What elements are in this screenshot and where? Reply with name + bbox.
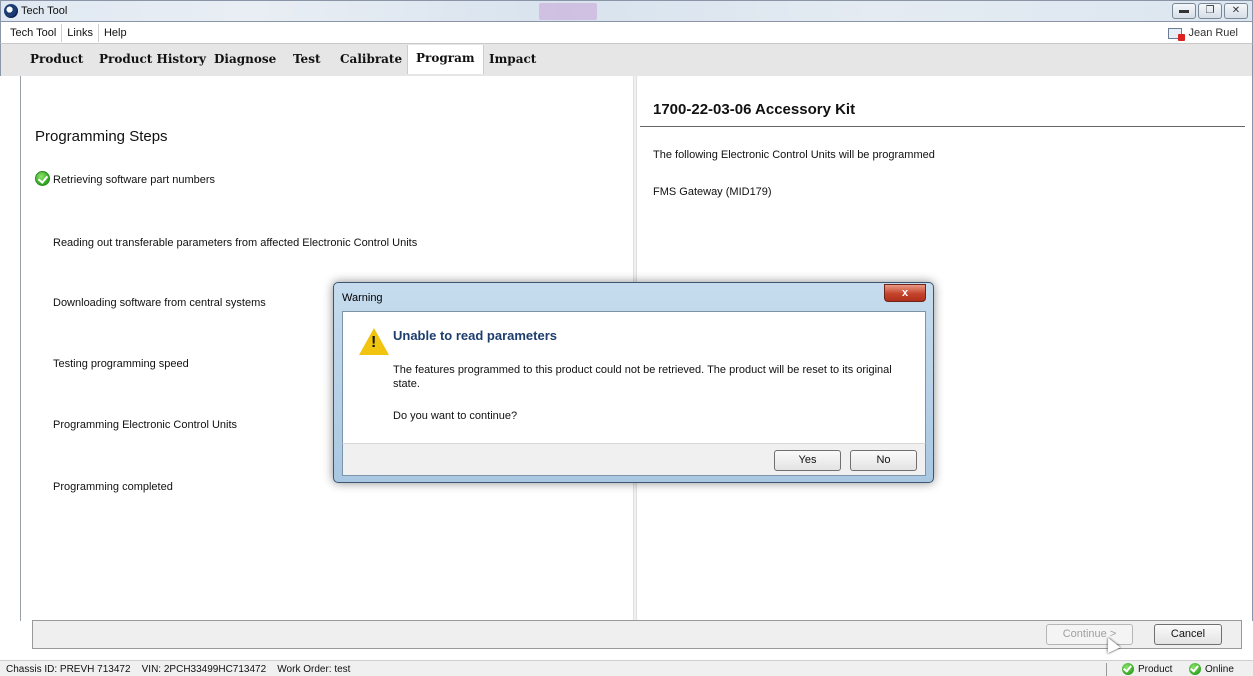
status-chassis: Chassis ID: PREVH 713472 xyxy=(6,664,131,675)
product-ok-check-icon xyxy=(1122,663,1134,675)
status-online-label: Online xyxy=(1205,663,1234,675)
dialog-footer: Yes No xyxy=(342,443,926,476)
menu-bar: Tech Tool Links Help Jean Ruel xyxy=(0,22,1253,43)
status-product-label: Product xyxy=(1138,663,1173,675)
status-work-order: Work Order: test xyxy=(277,664,351,675)
status-vin: VIN: 2PCH33499HC713472 xyxy=(141,664,267,675)
step-retrieving-part-numbers: Retrieving software part numbers xyxy=(53,174,216,186)
ecu-intro-text: The following Electronic Control Units w… xyxy=(653,149,935,161)
maximize-icon[interactable]: ❐ xyxy=(1198,3,1222,19)
step-reading-parameters: Reading out transferable parameters from… xyxy=(53,237,418,249)
status-vehicle-info: Chassis ID: PREVH 713472 VIN: 2PCH33499H… xyxy=(6,664,350,675)
no-button[interactable]: No xyxy=(850,450,917,471)
tab-program[interactable]: Program xyxy=(407,45,484,74)
step-downloading-software: Downloading software from central system… xyxy=(53,297,266,309)
tech-tool-app-icon xyxy=(4,4,18,18)
dialog-title: Warning xyxy=(342,292,383,304)
tab-impact[interactable]: Impact xyxy=(489,52,536,66)
main-tabs: Product Product History Diagnose Test Ca… xyxy=(0,43,1253,76)
warning-icon xyxy=(359,328,389,355)
step-complete-check-icon xyxy=(35,171,50,186)
menu-links[interactable]: Links xyxy=(62,24,99,42)
dialog-question: Do you want to continue? xyxy=(393,410,518,422)
ecu-name: FMS Gateway (MID179) xyxy=(653,186,772,198)
warning-dialog: Warning x Unable to read parameters The … xyxy=(333,282,934,483)
window-controls: ▬ ❐ ✕ xyxy=(1172,3,1248,19)
status-product: Product xyxy=(1122,663,1172,675)
user-info[interactable]: Jean Ruel xyxy=(1168,27,1238,41)
menu-tech-tool[interactable]: Tech Tool xyxy=(5,24,63,42)
tab-calibrate[interactable]: Calibrate xyxy=(340,52,402,66)
step-testing-speed: Testing programming speed xyxy=(53,358,189,370)
dialog-message: The features programmed to this product … xyxy=(393,364,892,390)
tab-product[interactable]: Product xyxy=(30,52,83,66)
continue-button[interactable]: Continue > xyxy=(1046,624,1133,645)
close-window-icon[interactable]: ✕ xyxy=(1224,3,1248,19)
accessory-kit-title: 1700-22-03-06 Accessory Kit xyxy=(653,101,856,118)
online-ok-check-icon xyxy=(1189,663,1201,675)
user-logout-icon[interactable] xyxy=(1168,27,1186,41)
status-separator xyxy=(1106,663,1107,676)
titlebar-highlight xyxy=(539,3,597,20)
step-programming-ecus: Programming Electronic Control Units xyxy=(53,419,238,431)
window-title: Tech Tool xyxy=(21,5,68,17)
tab-diagnose[interactable]: Diagnose xyxy=(214,52,276,66)
step-programming-completed: Programming completed xyxy=(53,481,173,493)
dialog-close-button[interactable]: x xyxy=(884,284,926,302)
title-divider xyxy=(640,126,1245,127)
programming-steps-title: Programming Steps xyxy=(35,128,168,145)
tab-product-history[interactable]: Product History xyxy=(99,52,206,66)
cancel-button[interactable]: Cancel xyxy=(1154,624,1222,645)
dialog-heading: Unable to read parameters xyxy=(393,328,558,343)
tab-test[interactable]: Test xyxy=(293,52,321,66)
dialog-body: Unable to read parameters The features p… xyxy=(342,311,926,444)
status-online: Online xyxy=(1189,663,1234,675)
user-name: Jean Ruel xyxy=(1188,27,1238,39)
window-titlebar[interactable]: Tech Tool ▬ ❐ ✕ xyxy=(0,0,1253,22)
status-bar: Chassis ID: PREVH 713472 VIN: 2PCH33499H… xyxy=(0,660,1253,676)
menu-help[interactable]: Help xyxy=(99,24,132,42)
minimize-icon[interactable]: ▬ xyxy=(1172,3,1196,19)
yes-button[interactable]: Yes xyxy=(774,450,841,471)
